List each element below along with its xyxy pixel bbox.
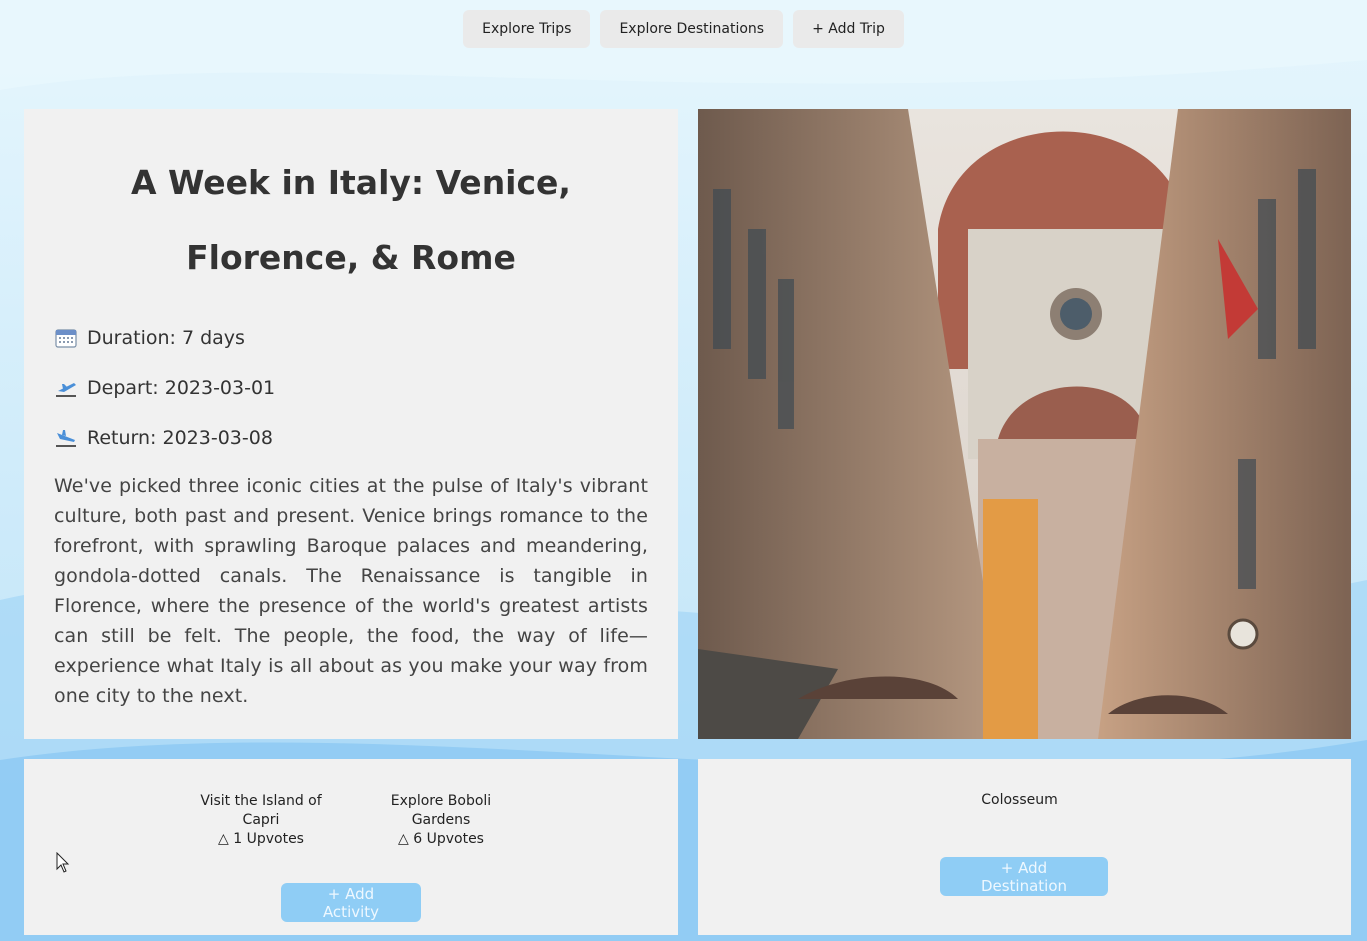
add-trip-button[interactable]: + Add Trip bbox=[793, 10, 904, 48]
activity-upvotes[interactable]: △ 6 Upvotes bbox=[374, 830, 509, 849]
depart-text: Depart: 2023-03-01 bbox=[87, 377, 276, 399]
explore-trips-button[interactable]: Explore Trips bbox=[463, 10, 591, 48]
activity-list: Visit the Island of Capri △ 1 Upvotes Ex… bbox=[24, 792, 678, 849]
return-row: Return: 2023-03-08 bbox=[54, 413, 648, 463]
activity-upvotes[interactable]: △ 1 Upvotes bbox=[194, 830, 329, 849]
trip-title: A Week in Italy: Venice, Florence, & Rom… bbox=[131, 163, 571, 277]
trip-photo bbox=[698, 109, 1351, 739]
duration-text: Duration: 7 days bbox=[87, 327, 245, 349]
activity-card[interactable]: Visit the Island of Capri △ 1 Upvotes bbox=[194, 792, 329, 849]
add-activity-button[interactable]: + Add Activity bbox=[281, 883, 421, 922]
explore-destinations-button[interactable]: Explore Destinations bbox=[600, 10, 784, 48]
activity-name: Explore Boboli Gardens bbox=[390, 793, 492, 828]
activity-card[interactable]: Explore Boboli Gardens △ 6 Upvotes bbox=[374, 792, 509, 849]
florence-street-image bbox=[698, 109, 1351, 739]
activity-name: Visit the Island of Capri bbox=[200, 793, 322, 828]
destination-item[interactable]: Colosseum bbox=[698, 792, 1341, 808]
airplane-arrival-icon bbox=[56, 430, 76, 447]
calendar-icon bbox=[55, 329, 77, 348]
trip-meta: Duration: 7 days Depart: 2023-03-01 Retu… bbox=[54, 313, 648, 463]
depart-row: Depart: 2023-03-01 bbox=[54, 363, 648, 413]
add-destination-button[interactable]: + Add Destination bbox=[940, 857, 1108, 896]
mouse-cursor-icon bbox=[56, 852, 70, 873]
destinations-panel: Colosseum + Add Destination bbox=[698, 759, 1351, 935]
duration-row: Duration: 7 days bbox=[54, 313, 648, 363]
activities-panel: Visit the Island of Capri △ 1 Upvotes Ex… bbox=[24, 759, 678, 935]
top-nav: Explore Trips Explore Destinations + Add… bbox=[0, 10, 1367, 48]
return-text: Return: 2023-03-08 bbox=[87, 427, 273, 449]
trip-details-panel: A Week in Italy: Venice, Florence, & Rom… bbox=[24, 109, 678, 739]
trip-description: We've picked three iconic cities at the … bbox=[54, 475, 648, 707]
airplane-departure-icon bbox=[56, 383, 76, 397]
